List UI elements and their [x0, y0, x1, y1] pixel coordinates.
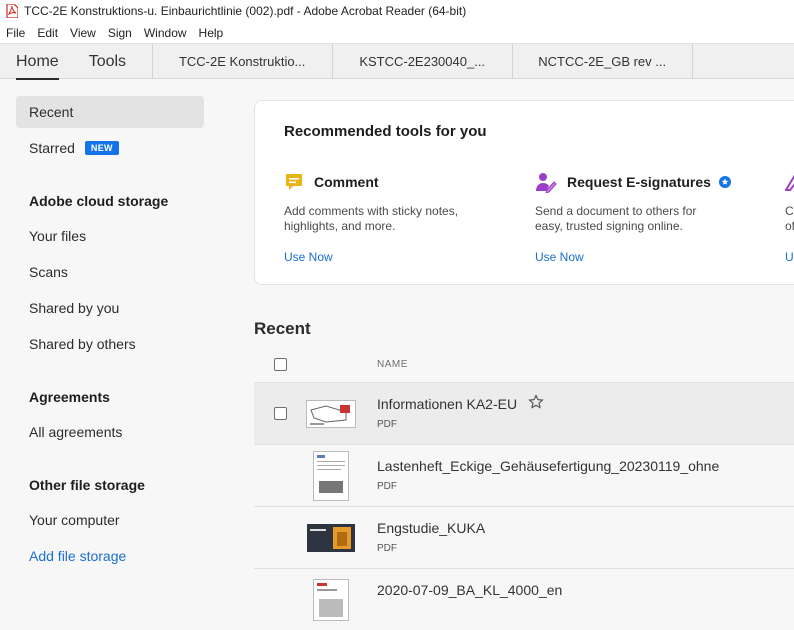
- menu-help[interactable]: Help: [193, 26, 230, 40]
- edit-icon: [785, 174, 794, 191]
- sidebar-item-label: Your files: [29, 228, 87, 244]
- title-bar: TCC-2E Konstruktions-u. Einbaurichtlinie…: [0, 0, 794, 22]
- tool-partial-desc-line: of: [785, 219, 794, 233]
- sidebar-item-label: Shared by you: [29, 300, 120, 316]
- menu-file[interactable]: File: [0, 26, 31, 40]
- recommended-title: Recommended tools for you: [284, 123, 487, 140]
- sidebar: Recent Starred NEW Adobe cloud storage Y…: [0, 80, 220, 605]
- sidebar-item-label: Shared by others: [29, 336, 136, 352]
- sidebar-item-label: Recent: [29, 104, 74, 120]
- tab-home[interactable]: Home: [16, 44, 59, 80]
- file-thumbnail-image: [306, 400, 356, 428]
- tab-bar: Home Tools TCC-2E Konstruktio... KSTCC-2…: [0, 43, 794, 80]
- premium-star-icon: [718, 176, 731, 188]
- file-thumbnail: [306, 579, 356, 621]
- file-name[interactable]: Informationen KA2-EU: [377, 396, 517, 412]
- menu-view[interactable]: View: [64, 26, 102, 40]
- file-type: PDF: [377, 481, 397, 492]
- main-content: Recommended tools for you Comment Add co…: [220, 80, 794, 621]
- new-badge: NEW: [84, 141, 119, 155]
- tool-partial-description: C of: [785, 204, 794, 234]
- tool-partial-desc-line: C: [785, 204, 794, 218]
- recent-table-header: NAME: [254, 345, 794, 383]
- row-checkbox[interactable]: [274, 407, 287, 420]
- tool-esign-head: Request E-signatures: [535, 171, 765, 193]
- recommended-tools-card: Recommended tools for you Comment Add co…: [254, 100, 794, 285]
- tool-esign-desc-line: Send a document to others for: [535, 204, 697, 218]
- sidebar-item-label: Starred: [29, 140, 75, 156]
- tab-tools[interactable]: Tools: [89, 44, 153, 79]
- tool-comment-head: Comment: [284, 171, 514, 193]
- add-file-storage-link[interactable]: Add file storage: [16, 540, 204, 572]
- file-name[interactable]: Lastenheft_Eckige_Gehäusefertigung_20230…: [377, 458, 719, 474]
- sidebar-item-label: All agreements: [29, 424, 123, 440]
- acrobat-pdf-icon: [6, 4, 18, 18]
- tool-comment[interactable]: Comment Add comments with sticky notes, …: [284, 171, 514, 234]
- tool-partial-head: [785, 171, 794, 193]
- sidebar-item-all-agreements[interactable]: All agreements: [16, 416, 204, 448]
- sidebar-item-scans[interactable]: Scans: [16, 256, 204, 288]
- sidebar-item-starred[interactable]: Starred NEW: [16, 132, 204, 164]
- table-row[interactable]: 2020-07-09_BA_KL_4000_en: [254, 568, 794, 630]
- select-all-checkbox[interactable]: [274, 357, 287, 371]
- tool-comment-desc-line: highlights, and more.: [284, 219, 396, 233]
- table-row[interactable]: Engstudie_KUKA PDF: [254, 506, 794, 568]
- tab-document-2[interactable]: KSTCC-2E230040_...: [333, 44, 513, 79]
- menu-edit[interactable]: Edit: [31, 26, 64, 40]
- file-name[interactable]: 2020-07-09_BA_KL_4000_en: [377, 582, 562, 598]
- file-thumbnail: [306, 393, 356, 435]
- tool-request-esignatures[interactable]: Request E-signatures Send a document to …: [535, 171, 765, 234]
- file-thumbnail-image: [313, 579, 349, 621]
- tool-comment-description: Add comments with sticky notes, highligh…: [284, 204, 474, 234]
- tab-document-1[interactable]: TCC-2E Konstruktio...: [153, 44, 333, 79]
- file-thumbnail: [306, 517, 356, 559]
- sidebar-item-your-computer[interactable]: Your computer: [16, 504, 204, 536]
- sidebar-item-recent[interactable]: Recent: [16, 96, 204, 128]
- tool-esign-desc-line: easy, trusted signing online.: [535, 219, 683, 233]
- table-row[interactable]: Informationen KA2-EU PDF: [254, 382, 794, 444]
- tool-comment-name: Comment: [314, 174, 379, 190]
- file-type: PDF: [377, 543, 397, 554]
- esign-use-now-link[interactable]: Use Now: [535, 250, 584, 264]
- sidebar-item-label: Add file storage: [29, 548, 127, 564]
- recent-section-title: Recent: [254, 319, 311, 338]
- file-type: PDF: [377, 419, 397, 430]
- table-row[interactable]: Lastenheft_Eckige_Gehäusefertigung_20230…: [254, 444, 794, 506]
- sidebar-item-label: Your computer: [29, 512, 120, 528]
- file-thumbnail: [306, 451, 356, 501]
- file-thumbnail-image: [313, 451, 349, 501]
- sidebar-item-your-files[interactable]: Your files: [16, 220, 204, 252]
- menu-bar: File Edit View Sign Window Help: [0, 22, 794, 43]
- file-thumbnail-image: [307, 524, 355, 552]
- sidebar-item-shared-by-you[interactable]: Shared by you: [16, 292, 204, 324]
- star-icon[interactable]: [528, 394, 544, 410]
- sidebar-item-label: Scans: [29, 264, 68, 280]
- sidebar-item-shared-by-others[interactable]: Shared by others: [16, 328, 204, 360]
- tool-esign-description: Send a document to others for easy, trus…: [535, 204, 725, 234]
- file-name[interactable]: Engstudie_KUKA: [377, 520, 485, 536]
- section-heading-other-storage: Other file storage: [29, 477, 145, 493]
- tool-comment-desc-line: Add comments with sticky notes,: [284, 204, 459, 218]
- section-heading-cloud: Adobe cloud storage: [29, 193, 169, 209]
- comment-icon: [286, 174, 302, 190]
- name-column-header[interactable]: NAME: [377, 359, 408, 370]
- menu-sign[interactable]: Sign: [102, 26, 138, 40]
- esign-icon: [536, 173, 557, 193]
- partial-use-now-link[interactable]: U: [785, 250, 794, 264]
- window-title: TCC-2E Konstruktions-u. Einbaurichtlinie…: [24, 4, 467, 18]
- tool-partial[interactable]: C of: [785, 171, 794, 234]
- comment-use-now-link[interactable]: Use Now: [284, 250, 333, 264]
- menu-window[interactable]: Window: [138, 26, 193, 40]
- section-heading-agreements: Agreements: [29, 389, 110, 405]
- tool-esign-name: Request E-signatures: [567, 174, 711, 190]
- tab-document-3[interactable]: NCTCC-2E_GB rev ...: [513, 44, 693, 79]
